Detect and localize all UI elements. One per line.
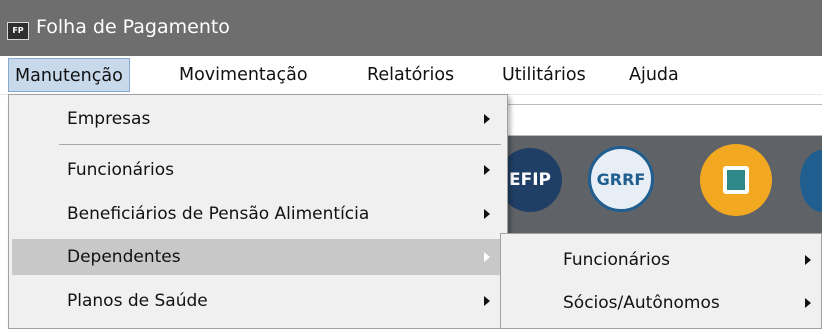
title-bar: FP Folha de Pagamento: [0, 0, 822, 56]
menu-item-funcionarios[interactable]: Funcionários: [12, 152, 504, 188]
document-icon: [723, 166, 749, 194]
submenu-item-funcionarios[interactable]: Funcionários: [503, 240, 821, 280]
menu-movimentacao[interactable]: Movimentação: [179, 58, 308, 92]
menu-item-beneficiarios[interactable]: Beneficiários de Pensão Alimentícia: [12, 196, 504, 232]
menu-bar: Manutenção Movimentação Relatórios Utili…: [0, 56, 822, 95]
chevron-right-icon: [484, 296, 490, 306]
menu-item-dependentes[interactable]: Dependentes: [12, 239, 504, 275]
manutencao-dropdown: Empresas Funcionários Beneficiários de P…: [8, 94, 508, 329]
menu-item-empresas[interactable]: Empresas: [12, 101, 504, 137]
menu-ajuda[interactable]: Ajuda: [629, 58, 679, 92]
grrf-button[interactable]: GRRF: [588, 146, 654, 212]
toolbar-partial-button[interactable]: [800, 150, 822, 212]
app-icon: FP: [7, 22, 29, 40]
submenu-item-socios-autonomos[interactable]: Sócios/Autônomos: [503, 283, 821, 323]
menu-separator: [59, 144, 501, 145]
submenu-item-label: Funcionários: [563, 250, 671, 270]
menu-item-label: Planos de Saúde: [67, 291, 208, 311]
sefip-icon: EFIP: [508, 170, 551, 190]
input-row: [500, 104, 822, 136]
grrf-icon: GRRF: [596, 169, 646, 189]
submenu-item-label: Sócios/Autônomos: [563, 293, 720, 313]
chevron-right-icon: [484, 114, 490, 124]
toolbar: EFIP GRRF: [498, 136, 822, 236]
chevron-right-icon: [484, 252, 490, 262]
menu-utilitarios[interactable]: Utilitários: [502, 58, 586, 92]
chevron-right-icon: [805, 255, 811, 265]
menu-item-planos-de-saude[interactable]: Planos de Saúde: [12, 283, 504, 319]
menu-item-label: Beneficiários de Pensão Alimentícia: [67, 204, 370, 224]
menu-item-label: Funcionários: [67, 160, 175, 180]
menu-item-label: Empresas: [67, 109, 151, 129]
dependentes-submenu: Funcionários Sócios/Autônomos: [500, 233, 822, 329]
menu-item-label: Dependentes: [67, 247, 181, 267]
menu-manutencao[interactable]: Manutenção: [8, 58, 130, 92]
menu-relatorios[interactable]: Relatórios: [367, 58, 454, 92]
window-title: Folha de Pagamento: [36, 16, 230, 38]
chevron-right-icon: [484, 165, 490, 175]
chevron-right-icon: [805, 298, 811, 308]
chevron-right-icon: [484, 209, 490, 219]
document-button[interactable]: [700, 144, 772, 216]
